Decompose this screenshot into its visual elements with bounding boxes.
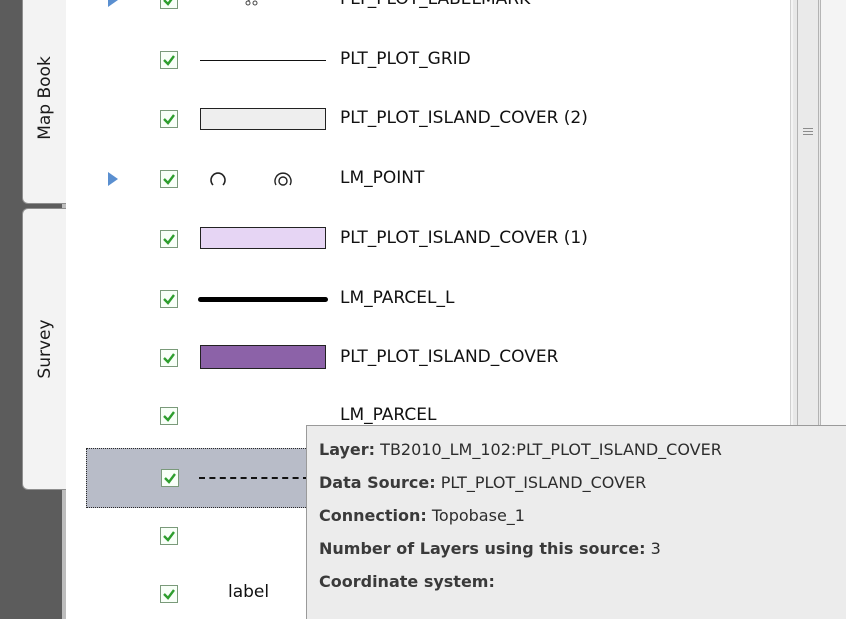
layer-label: LM_PARCEL (340, 405, 437, 425)
concentric-point-icon (274, 172, 292, 186)
layer-visibility-checkbox[interactable] (160, 170, 178, 188)
checkmark-icon (163, 353, 175, 364)
checkmark-icon (163, 0, 173, 6)
checkmark-icon (163, 114, 175, 125)
tooltip-value: 3 (650, 539, 661, 558)
layer-row[interactable]: PLT_PLOT_LABELMARK (66, 0, 790, 18)
layer-row[interactable]: LM_POINT (66, 161, 790, 197)
layer-label: PLT_PLOT_ISLAND_COVER (340, 347, 559, 367)
checkmark-icon (163, 294, 175, 305)
layer-visibility-checkbox[interactable] (161, 469, 179, 487)
tab-map-book-label: Map Book (34, 56, 55, 140)
tooltip-connection-line: Connection: Topobase_1 (319, 506, 846, 539)
fill-light-gray-symbol (200, 108, 326, 130)
checkmark-icon (164, 473, 176, 484)
thin-line-symbol (200, 60, 326, 61)
dashed-line-symbol (199, 477, 309, 479)
tooltip-value: PLT_PLOT_ISLAND_COVER (440, 473, 647, 492)
layer-visibility-checkbox[interactable] (160, 110, 178, 128)
layer-visibility-checkbox[interactable] (160, 585, 178, 603)
layer-label: PLT_PLOT_ISLAND_COVER (1) (340, 228, 588, 248)
layer-label: PLT_PLOT_LABELMARK (340, 0, 530, 9)
scrollbar-grip-icon (803, 128, 813, 137)
tooltip-key: Layer: (319, 440, 376, 459)
layer-label: PLT_PLOT_ISLAND_COVER (2) (340, 108, 588, 128)
layer-row[interactable]: LM_PARCEL_L (66, 281, 790, 317)
layer-tooltip: Layer: TB2010_LM_102:PLT_PLOT_ISLAND_COV… (306, 425, 846, 619)
tab-survey[interactable]: Survey (22, 208, 66, 490)
layer-row[interactable]: PLT_PLOT_ISLAND_COVER (2) (66, 101, 790, 137)
expand-arrow-icon[interactable] (108, 0, 118, 7)
layer-visibility-checkbox[interactable] (160, 0, 178, 9)
layer-visibility-checkbox[interactable] (160, 290, 178, 308)
layer-visibility-checkbox[interactable] (160, 51, 178, 69)
fill-purple-symbol (200, 345, 326, 369)
layer-label: PLT_PLOT_GRID (340, 49, 471, 69)
tooltip-layer-count-line: Number of Layers using this source: 3 (319, 539, 846, 572)
layer-row[interactable]: PLT_PLOT_ISLAND_COVER (66, 340, 790, 376)
layer-label: LM_POINT (340, 168, 425, 188)
tooltip-coordinate-system-line: Coordinate system: (319, 572, 846, 605)
side-tab-strip: Map Book Survey (0, 0, 66, 619)
tooltip-value: TB2010_LM_102:PLT_PLOT_ISLAND_COVER (380, 440, 722, 459)
layer-row[interactable]: PLT_PLOT_ISLAND_COVER (1) (66, 221, 790, 257)
expand-arrow-icon[interactable] (108, 172, 118, 186)
scrollbar-thumb[interactable] (797, 0, 819, 440)
thick-line-symbol (198, 297, 328, 302)
tab-survey-label: Survey (34, 319, 55, 379)
checkmark-icon (163, 234, 175, 245)
layer-row[interactable]: PLT_PLOT_GRID (66, 42, 790, 78)
layer-visibility-checkbox[interactable] (160, 230, 178, 248)
tooltip-key: Number of Layers using this source: (319, 539, 646, 558)
checkmark-icon (163, 55, 175, 66)
layer-visibility-checkbox[interactable] (160, 407, 178, 425)
tab-map-book[interactable]: Map Book (22, 0, 66, 204)
circle-point-icon (210, 172, 226, 186)
checkmark-icon (163, 411, 175, 422)
tooltip-key: Coordinate system: (319, 572, 495, 591)
label-text-symbol: label (228, 582, 270, 602)
tooltip-key: Connection: (319, 506, 427, 525)
checkmark-icon (163, 589, 175, 600)
checkmark-icon (163, 531, 175, 542)
layer-visibility-checkbox[interactable] (160, 527, 178, 545)
tooltip-data-source-line: Data Source: PLT_PLOT_ISLAND_COVER (319, 473, 846, 506)
layer-label: LM_PARCEL_L (340, 288, 455, 308)
checkmark-icon (163, 174, 175, 185)
tooltip-key: Data Source: (319, 473, 436, 492)
tooltip-value: Topobase_1 (431, 506, 525, 525)
marker-icon (245, 0, 258, 6)
tooltip-layer-line: Layer: TB2010_LM_102:PLT_PLOT_ISLAND_COV… (319, 440, 846, 473)
layer-visibility-checkbox[interactable] (160, 349, 178, 367)
fill-lavender-symbol (200, 227, 326, 249)
